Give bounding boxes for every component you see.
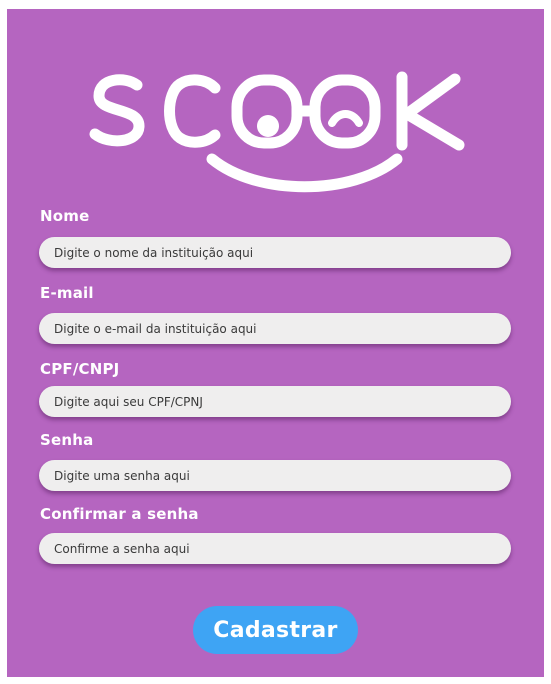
email-input[interactable] [39,313,511,344]
confirm-password-label: Confirmar a senha [40,505,199,523]
name-input[interactable] [39,237,511,268]
email-label: E-mail [40,284,94,302]
scook-logo [89,71,465,193]
password-label: Senha [40,431,94,449]
cpf-cnpj-input[interactable] [39,386,511,417]
register-button[interactable]: Cadastrar [193,606,358,654]
confirm-password-input[interactable] [39,533,511,564]
cpf-cnpj-label: CPF/CNPJ [40,360,120,378]
name-label: Nome [40,207,90,225]
signup-card: Nome E-mail CPF/CNPJ Senha Confirmar a s… [7,9,544,677]
password-input[interactable] [39,460,511,491]
